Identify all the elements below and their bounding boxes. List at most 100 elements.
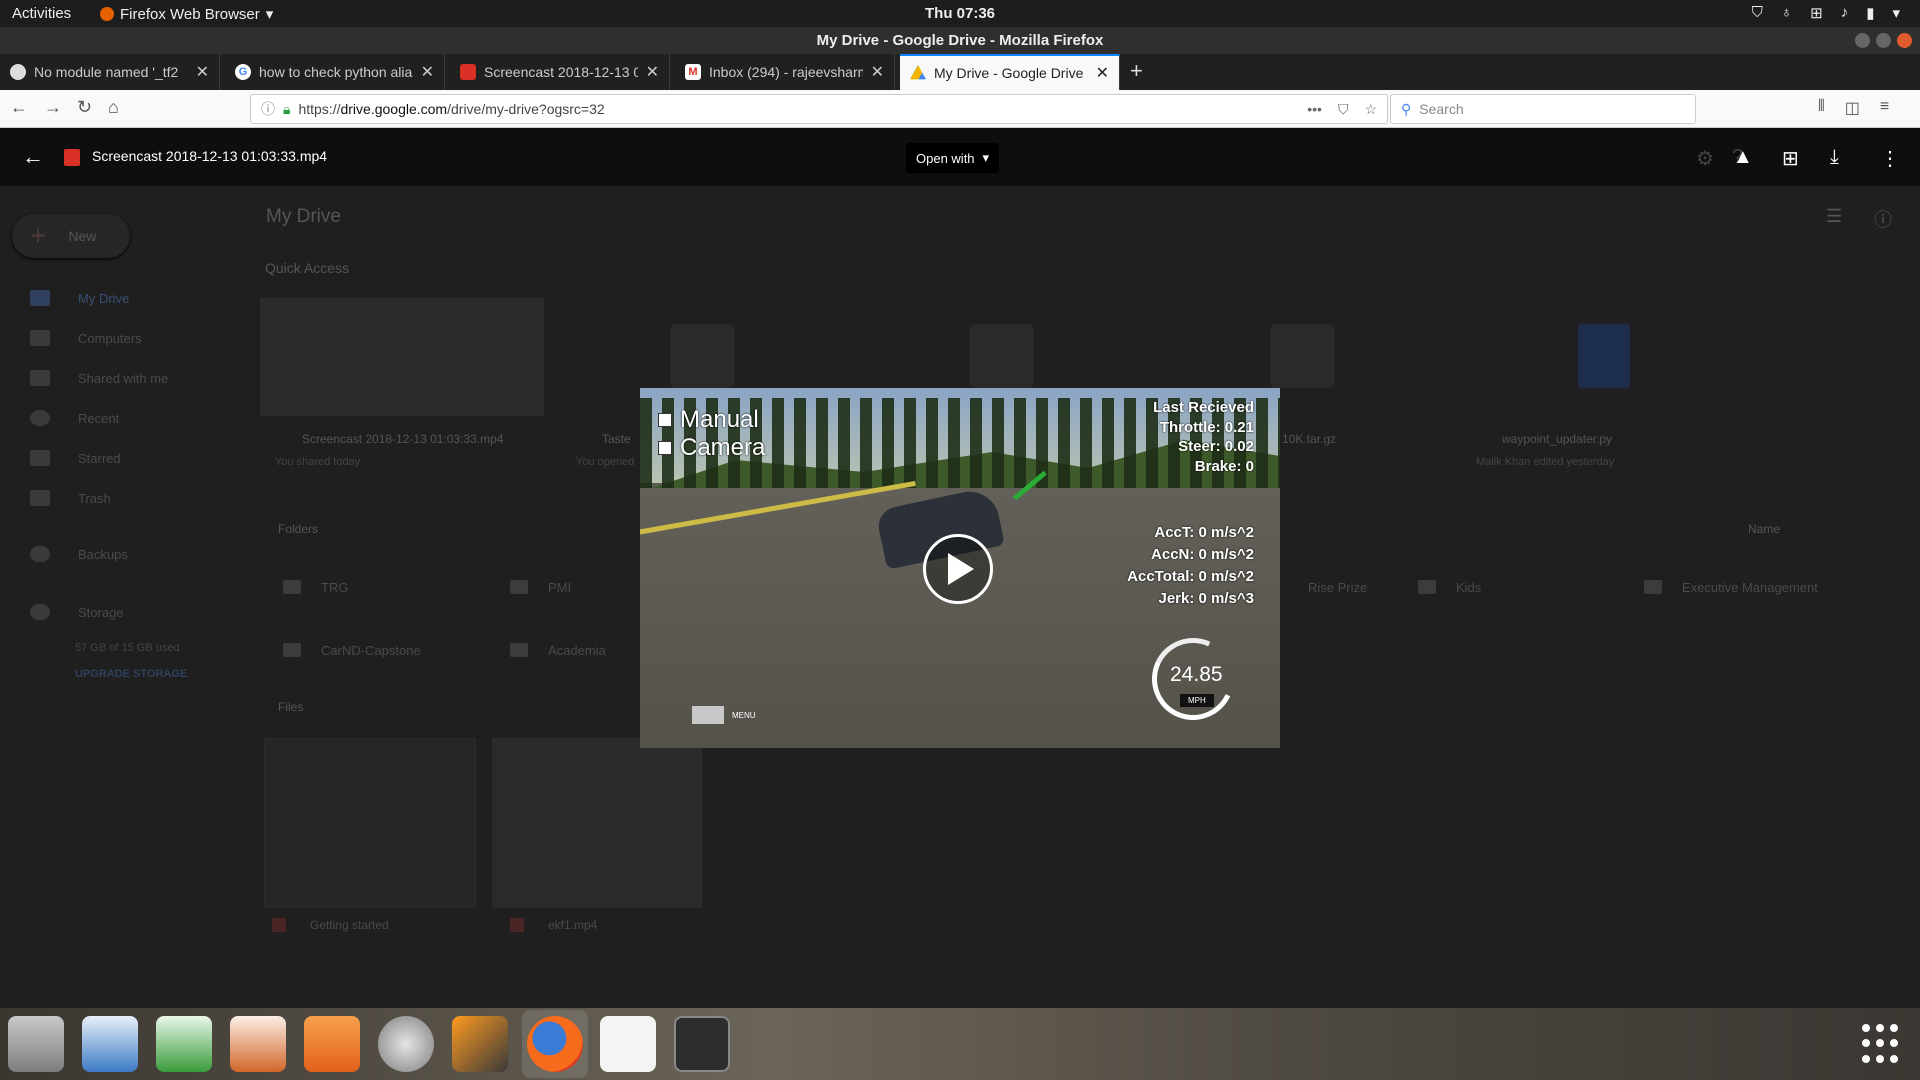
video-player[interactable]: Manual Camera Last Recieved Throttle: 0.… (640, 388, 1280, 748)
quick-item-name[interactable]: Taste (602, 432, 631, 446)
close-icon[interactable]: ✕ (646, 62, 659, 82)
gear-icon[interactable]: ⚙ (1696, 146, 1714, 171)
sim-menu[interactable]: MENU (692, 706, 756, 724)
impress-icon[interactable] (230, 1016, 286, 1072)
tab-4[interactable]: M Inbox (294) - rajeevsharm ✕ (675, 54, 895, 90)
play-button[interactable] (923, 534, 993, 604)
file-item[interactable]: ekf1.mp4 (510, 918, 597, 932)
search-input[interactable]: ⚲ Search (1390, 94, 1696, 124)
back-arrow-icon[interactable]: ← (22, 144, 44, 170)
folder-item[interactable]: Executive Management (1626, 563, 1818, 611)
archive-file-icon[interactable] (970, 324, 1034, 388)
info-icon[interactable]: ⓘ (1874, 206, 1892, 232)
folder-icon (1418, 580, 1436, 594)
add-to-drive-icon[interactable]: ▲ (1733, 146, 1753, 169)
folder-item[interactable]: CarND-Capstone (265, 626, 421, 674)
camera-checkbox[interactable]: Camera (658, 434, 765, 462)
archive-file-icon[interactable] (670, 324, 734, 388)
manual-checkbox[interactable]: Manual (658, 406, 759, 434)
drive-title[interactable]: My Drive (266, 206, 341, 228)
more-vert-icon[interactable]: ⋮ (1880, 146, 1900, 171)
last-received-label: Last Recieved (1153, 399, 1254, 416)
close-icon[interactable]: ✕ (871, 62, 884, 82)
home-icon[interactable]: ⌂ (108, 97, 119, 118)
new-tab-button[interactable]: + (1130, 58, 1143, 84)
forward-arrow-icon[interactable]: → (44, 97, 62, 118)
sort-name-button[interactable]: Name (1748, 522, 1780, 536)
terminal-icon[interactable] (674, 1016, 730, 1072)
network-icon[interactable]: ⊞ (1810, 4, 1823, 22)
sidebar-item-shared[interactable]: Shared with me (30, 370, 168, 386)
activities-button[interactable]: Activities (12, 5, 71, 22)
document-icon[interactable] (1578, 324, 1630, 388)
clock[interactable]: Thu 07:36 (925, 5, 995, 22)
close-window-button[interactable] (1897, 33, 1912, 48)
new-button[interactable]: + New (12, 214, 130, 258)
tab-3[interactable]: Screencast 2018-12-13 0 ✕ (450, 54, 670, 90)
quick-item-name[interactable]: waypoint_updater.py (1502, 432, 1612, 446)
firefox-icon[interactable] (527, 1016, 583, 1072)
sidebar-item-starred[interactable]: Starred (30, 450, 121, 466)
sidebar-item-trash[interactable]: Trash (30, 490, 111, 506)
upgrade-storage-link[interactable]: UPGRADE STORAGE (75, 668, 187, 680)
show-applications-icon[interactable] (1862, 1024, 1902, 1064)
calc-icon[interactable] (156, 1016, 212, 1072)
system-tray[interactable]: ⛉ ♁ ⊞ ♪ ▮ ▾ (1752, 4, 1900, 22)
file-thumbnail[interactable] (264, 738, 476, 908)
battery-icon[interactable]: ▮ (1866, 4, 1874, 22)
folder-item[interactable]: Academia (492, 626, 606, 674)
app-menu[interactable]: Firefox Web Browser ▾ (100, 5, 273, 23)
shield-icon[interactable]: ⛉ (1752, 4, 1763, 22)
hamburger-menu-icon[interactable]: ≡ (1880, 98, 1889, 118)
lock-icon[interactable]: 🔒︎ (283, 101, 290, 118)
bookmark-star-icon[interactable]: ☆ (1364, 101, 1377, 118)
sidebar-item-recent[interactable]: Recent (30, 410, 119, 426)
pocket-icon[interactable]: ⛉ (1338, 101, 1349, 118)
close-icon[interactable]: ✕ (1096, 63, 1109, 83)
sublime-icon[interactable] (452, 1016, 508, 1072)
sidebar-item-backups[interactable]: Backups (30, 546, 128, 562)
sidebar-item-storage[interactable]: Storage (30, 604, 124, 620)
files-icon[interactable] (8, 1016, 64, 1072)
folder-item[interactable]: Rise Prize (1290, 563, 1367, 611)
lightbulb-icon[interactable]: ♁ (1781, 4, 1792, 22)
open-with-button[interactable]: Open with ▾ (906, 143, 1000, 173)
sidebar-item-my-drive[interactable]: My Drive (30, 290, 129, 306)
software-center-icon[interactable] (304, 1016, 360, 1072)
file-item[interactable]: Getting started (272, 918, 389, 932)
folder-item[interactable]: Kids (1400, 563, 1481, 611)
close-icon[interactable]: ✕ (421, 62, 434, 82)
tab-5-active[interactable]: My Drive - Google Drive ✕ (900, 54, 1120, 90)
page-actions-icon[interactable]: ••• (1307, 101, 1322, 118)
archive-file-icon[interactable] (1270, 324, 1334, 388)
print-icon[interactable]: ⊞ (1782, 146, 1799, 171)
maximize-button[interactable] (1876, 33, 1891, 48)
reload-icon[interactable]: ↻ (77, 97, 92, 118)
library-icon[interactable]: ⫴ (1818, 98, 1825, 118)
volume-icon[interactable]: ♪ (1841, 4, 1849, 22)
close-icon[interactable]: ✕ (196, 62, 209, 82)
minimize-button[interactable] (1855, 33, 1870, 48)
file-thumbnail[interactable] (492, 738, 702, 908)
tab-label: No module named '_tf2 (34, 64, 179, 80)
folder-item[interactable]: PMI (492, 563, 571, 611)
tab-2[interactable]: G how to check python alia ✕ (225, 54, 445, 90)
pdf-reader-icon[interactable] (600, 1016, 656, 1072)
folder-item[interactable]: TRG (265, 563, 348, 611)
quick-access-card[interactable] (260, 298, 544, 416)
quick-item-name[interactable]: 10K.tar.gz (1282, 432, 1336, 446)
quick-item-name[interactable]: Screencast 2018-12-13 01:03:33.mp4 (302, 432, 503, 446)
pdf-icon (272, 918, 286, 932)
sidebar-item-computers[interactable]: Computers (30, 330, 142, 346)
sidebar-icon[interactable]: ◫ (1845, 98, 1860, 118)
settings-tool-icon[interactable] (378, 1016, 434, 1072)
writer-icon[interactable] (82, 1016, 138, 1072)
info-icon[interactable]: ⓘ (261, 99, 275, 119)
chevron-down-icon[interactable]: ▾ (1892, 4, 1900, 22)
play-icon (948, 553, 974, 585)
url-bar[interactable]: ⓘ 🔒︎ https://drive.google.com/drive/my-d… (250, 94, 1388, 124)
download-icon[interactable]: ⤓ (1830, 146, 1839, 169)
tab-1[interactable]: No module named '_tf2 ✕ (0, 54, 220, 90)
list-view-icon[interactable]: ☰ (1826, 206, 1842, 227)
back-arrow-icon[interactable]: ← (10, 97, 28, 118)
